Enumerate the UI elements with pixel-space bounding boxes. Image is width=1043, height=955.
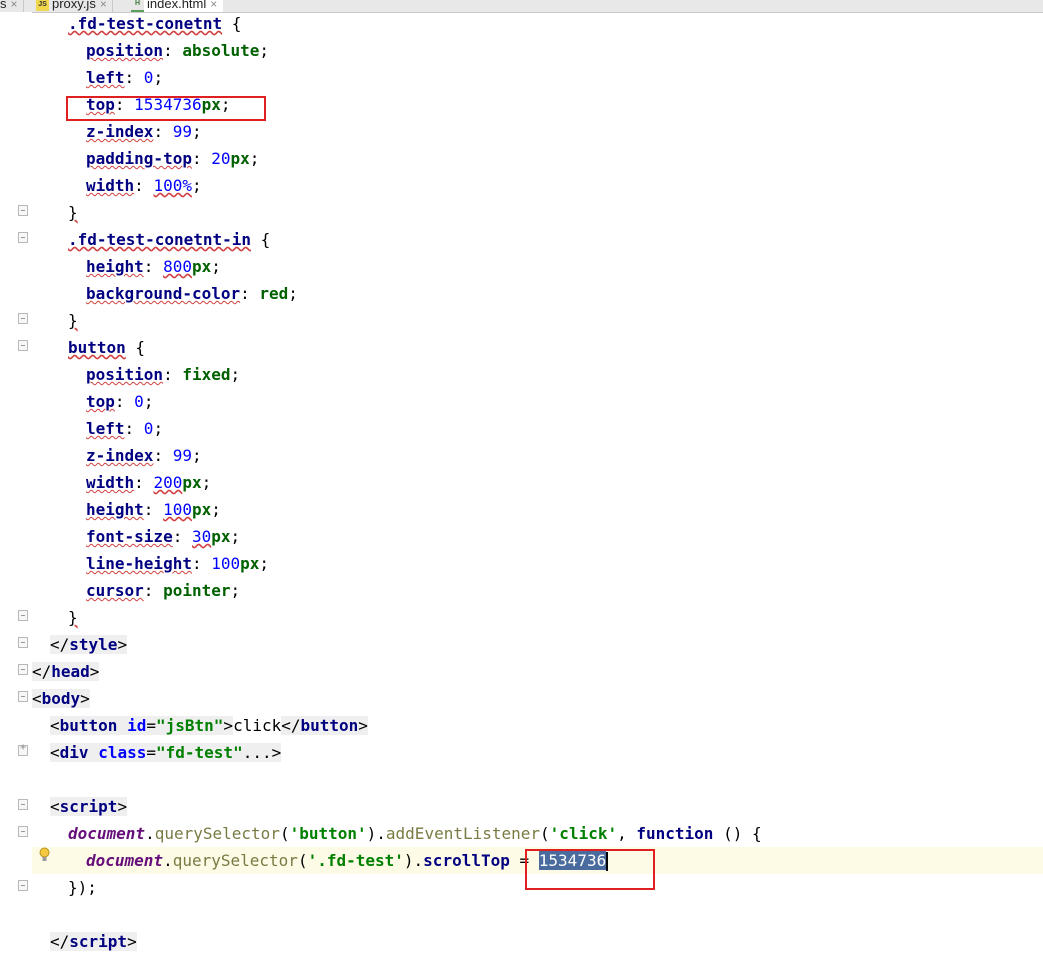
tab-label: s <box>0 0 7 11</box>
code-line-22: cursor: pointer; <box>86 581 241 600</box>
tab-previous[interactable]: s × <box>0 0 24 12</box>
code-line-1: .fd-test-conetnt { <box>68 14 242 33</box>
lightbulb-icon[interactable] <box>39 847 50 863</box>
code-line-27: <button id="jsBtn">click</button> <box>50 716 368 735</box>
code-line-12: } <box>68 311 78 330</box>
code-line-17: z-index: 99; <box>86 446 202 465</box>
fold-icon[interactable] <box>18 691 28 702</box>
code-line-11: background-color: red; <box>86 284 298 303</box>
fold-icon[interactable] <box>18 799 28 810</box>
code-line-5: z-index: 99; <box>86 122 202 141</box>
fold-icon[interactable] <box>18 880 28 891</box>
code-line-10: height: 800px; <box>86 257 221 276</box>
code-line-28: <div class="fd-test"...> <box>50 743 282 762</box>
code-line-13: button { <box>68 338 146 357</box>
fold-icon[interactable] <box>18 826 28 837</box>
fold-icon[interactable] <box>18 742 28 756</box>
fold-icon[interactable] <box>18 340 28 351</box>
code-line-30: <script> <box>50 797 128 816</box>
fold-icon[interactable] <box>18 205 28 216</box>
code-line-19: height: 100px; <box>86 500 221 519</box>
code-line-2: position: absolute; <box>86 41 270 60</box>
code-line-8: } <box>68 203 78 222</box>
code-line-33: }); <box>68 878 97 897</box>
fold-icon[interactable] <box>18 232 28 243</box>
code-line-35: </script> <box>50 932 137 951</box>
fold-icon[interactable] <box>18 637 28 648</box>
fold-icon[interactable] <box>18 610 28 621</box>
code-line-23: } <box>68 608 78 627</box>
fold-icon[interactable] <box>18 313 28 324</box>
tab-divider <box>22 0 24 12</box>
code-line-20: font-size: 30px; <box>86 527 241 546</box>
code-line-14: position: fixed; <box>86 365 241 384</box>
close-icon[interactable]: × <box>11 0 18 11</box>
code-line-24: </style> <box>50 635 128 654</box>
code-line-25: </head> <box>32 662 100 681</box>
code-line-16: left: 0; <box>86 419 164 438</box>
code-line-18: width: 200px; <box>86 473 212 492</box>
code-line-6: padding-top: 20px; <box>86 149 260 168</box>
code-line-9: .fd-test-conetnt-in { <box>68 230 271 249</box>
code-line-15: top: 0; <box>86 392 154 411</box>
code-line-26: <body> <box>32 689 90 708</box>
js-file-icon: JS <box>36 0 49 11</box>
code-line-21: line-height: 100px; <box>86 554 270 573</box>
fold-icon[interactable] <box>18 664 28 675</box>
annotation-box-top <box>66 96 266 121</box>
code-line-3: left: 0; <box>86 68 164 87</box>
code-line-31: document.querySelector('button').addEven… <box>68 824 762 843</box>
code-line-7: width: 100%; <box>86 176 202 195</box>
annotation-box-scrolltop <box>525 849 655 890</box>
